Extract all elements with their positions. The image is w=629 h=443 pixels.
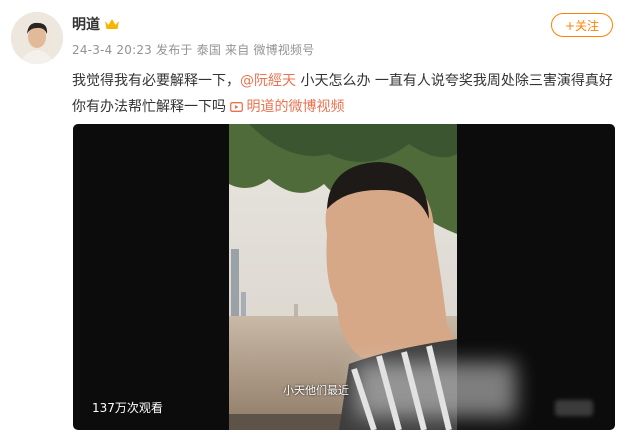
video-blur-overlay: [356, 362, 516, 417]
author-avatar[interactable]: [11, 12, 63, 64]
post-meta: 24-3-4 20:23 发布于 泰国 来自 微博视频号: [72, 43, 315, 57]
follow-button[interactable]: +关注: [551, 13, 613, 37]
video-subtitle: 小天他们最近: [283, 384, 349, 397]
author-header: 明道: [72, 14, 120, 34]
post-text: 我觉得我有必要解释一下，@阮經天 小天怎么办 一直有人说夸奖我周处除三害演得真好…: [72, 68, 617, 122]
avatar-image: [11, 12, 63, 64]
video-link[interactable]: 明道的微博视频: [230, 99, 344, 115]
author-name[interactable]: 明道: [72, 14, 100, 34]
post-text-before: 我觉得我有必要解释一下，: [72, 73, 240, 89]
watermark: [555, 400, 593, 416]
video-link-icon: [230, 96, 244, 122]
crown-icon: [104, 17, 120, 31]
video-view-count: 137万次观看: [92, 401, 163, 415]
mention-link[interactable]: @阮經天: [240, 73, 296, 89]
video-player[interactable]: 小天他们最近 137万次观看: [73, 124, 615, 430]
video-link-label: 明道的微博视频: [246, 99, 345, 115]
